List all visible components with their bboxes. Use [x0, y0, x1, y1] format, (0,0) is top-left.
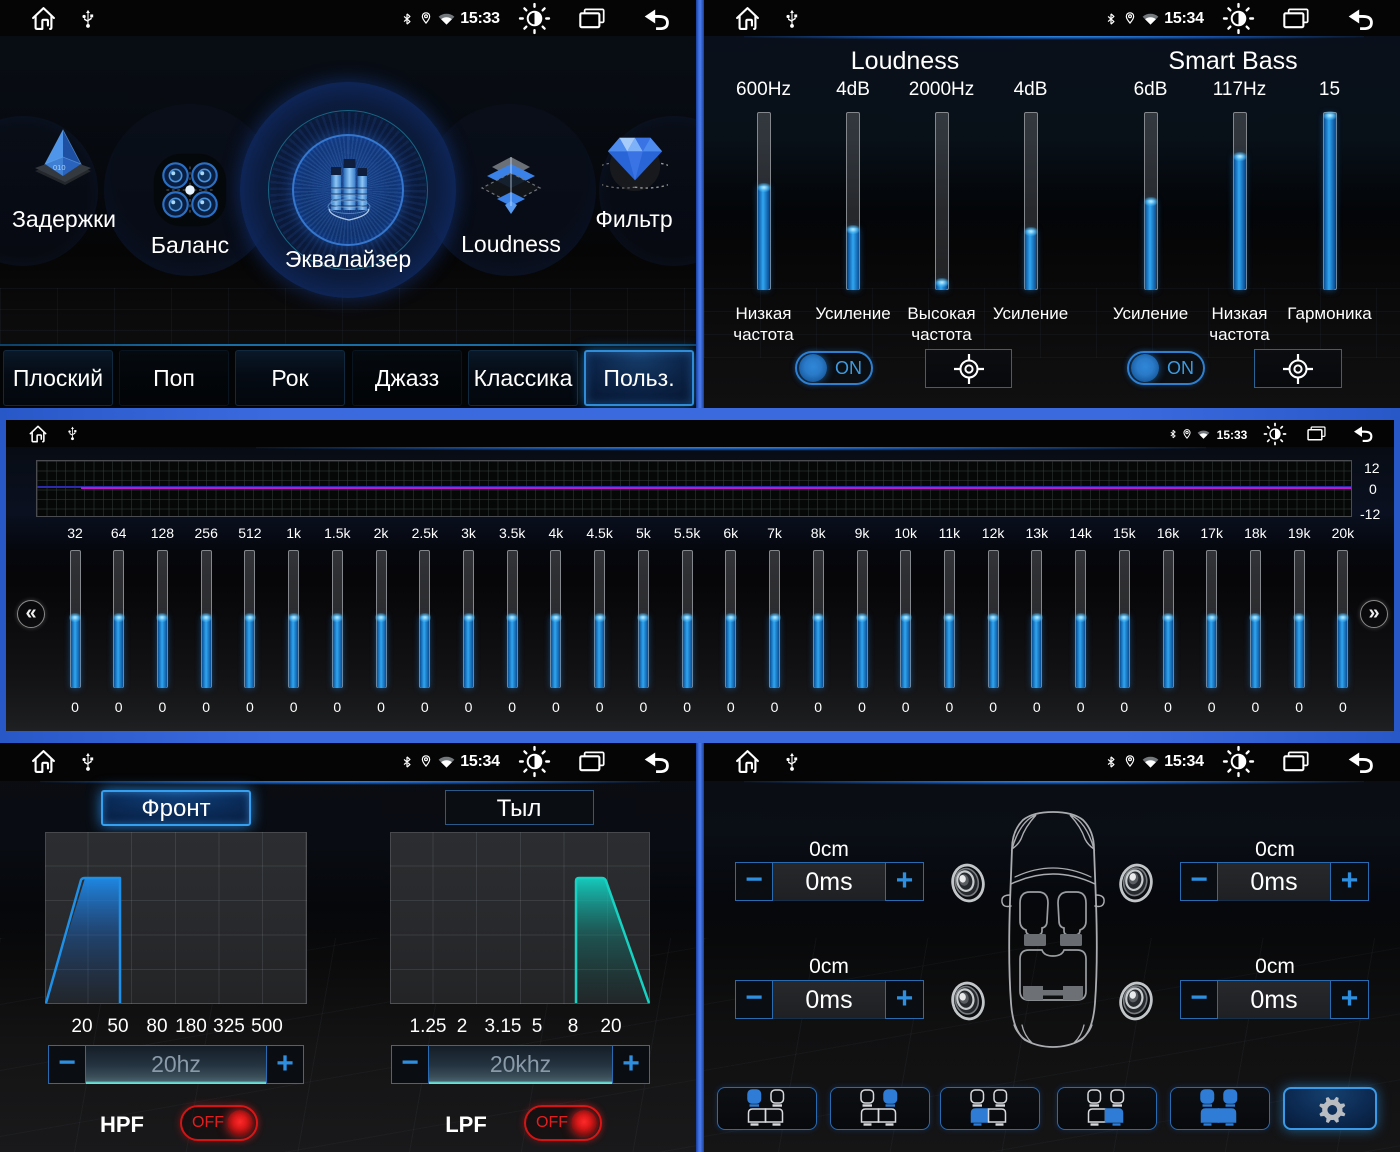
- svg-text:010: 010: [53, 163, 66, 172]
